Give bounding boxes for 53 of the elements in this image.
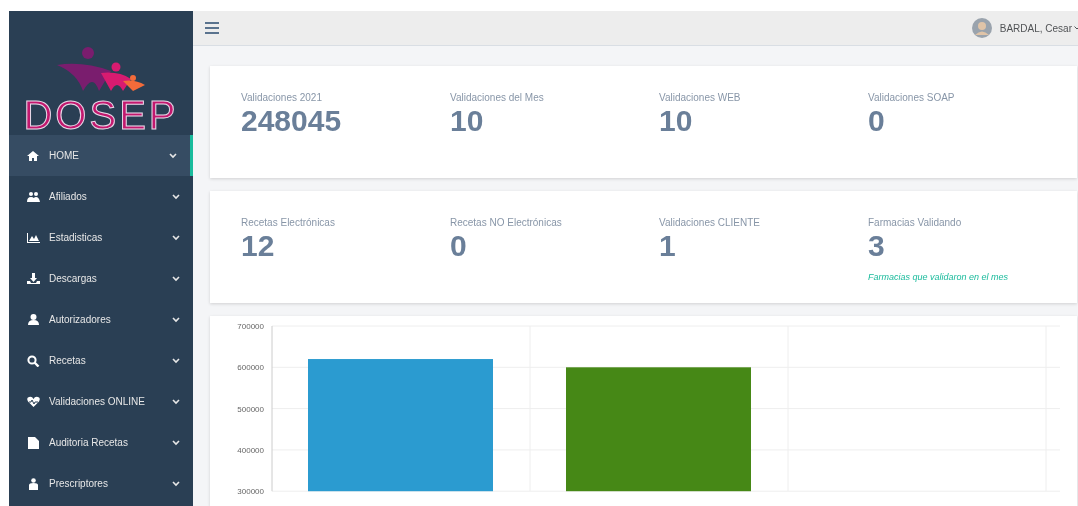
search-icon <box>27 354 40 367</box>
chevron-icon <box>172 234 180 241</box>
users-icon <box>27 190 40 203</box>
stat-value: 10 <box>659 103 694 139</box>
axis-tick-label: 300000 <box>237 487 264 497</box>
stat-value: 3 <box>868 228 886 264</box>
sidebar-item[interactable]: HOME <box>9 135 193 176</box>
chevron-icon <box>172 275 180 282</box>
stat-value: 10 <box>450 103 485 139</box>
sidebar-item[interactable]: Autorizadores <box>9 299 193 340</box>
stat-label: Farmacias Validando <box>868 217 963 228</box>
chevron-icon <box>172 439 180 446</box>
stat-value: 248045 <box>241 103 343 139</box>
sidebar-item[interactable]: Prescriptores <box>9 463 193 504</box>
avatar-icon <box>971 18 992 38</box>
sidebar-item[interactable]: Auditoria Recetas <box>9 422 193 463</box>
user-group-icon <box>27 477 40 490</box>
sidebar-item[interactable]: Estadisticas <box>9 217 193 258</box>
download-icon <box>27 272 40 285</box>
chevron-icon <box>169 152 177 159</box>
stat-label: Recetas NO Electrónicas <box>450 217 563 228</box>
chevron-icon <box>172 316 180 323</box>
stat-label: Validaciones WEB <box>659 92 742 103</box>
user-icon <box>27 313 40 326</box>
stat-label: Validaciones del Mes <box>450 92 545 103</box>
stat-label: Validaciones SOAP <box>868 92 956 103</box>
document-icon <box>27 436 40 449</box>
sidebar-item[interactable]: Afiliados <box>9 176 193 217</box>
sidebar-item[interactable]: Recetas <box>9 340 193 381</box>
stat-value: 1 <box>659 228 677 264</box>
stat-note: Farmacias que validaron en el mes <box>868 272 1010 282</box>
heart-pulse-icon <box>27 395 40 408</box>
chart-icon <box>27 231 40 244</box>
sidebar-item[interactable]: Validaciones ONLINE <box>9 381 193 422</box>
home-icon <box>27 149 40 162</box>
stat-value: 12 <box>241 228 276 264</box>
axis-tick-label: 400000 <box>237 445 264 455</box>
sidebar-item[interactable]: Descargas <box>9 258 193 299</box>
axis-tick-label: 700000 <box>237 322 264 331</box>
stat-label: Validaciones 2021 <box>241 92 323 103</box>
logo-text: DOSEP <box>23 95 179 135</box>
menu-icon[interactable] <box>205 22 219 34</box>
axis-tick-label: 600000 <box>237 363 264 373</box>
chevron-icon <box>172 357 180 364</box>
chevron-icon <box>172 193 180 200</box>
stat-label: Validaciones CLIENTE <box>659 217 761 228</box>
user-menu[interactable]: BARDAL, Cesar <box>999 22 1078 34</box>
chevron-icon <box>172 398 180 405</box>
stat-value: 0 <box>868 103 886 139</box>
chevron-icon <box>172 480 180 487</box>
stat-label: Recetas Electrónicas <box>241 217 336 228</box>
axis-tick-label: 500000 <box>237 404 264 414</box>
stat-value: 0 <box>450 228 468 264</box>
